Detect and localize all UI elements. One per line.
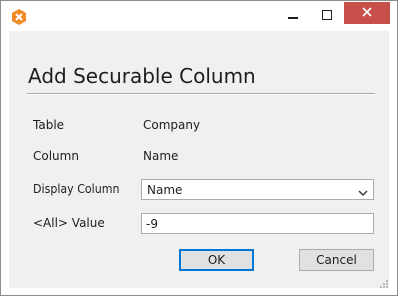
close-icon (361, 6, 373, 21)
maximize-button[interactable] (310, 1, 344, 31)
column-label: Column (33, 149, 79, 163)
display-column-label: Display Column (33, 182, 120, 196)
table-value: Company (143, 118, 201, 132)
display-column-select[interactable]: Name (141, 179, 374, 200)
all-value-text: -9 (146, 217, 158, 231)
minimize-button[interactable] (276, 1, 310, 31)
title-bar[interactable] (1, 1, 397, 31)
minimize-icon (287, 9, 299, 24)
chevron-down-icon (358, 186, 368, 197)
column-value: Name (143, 149, 179, 163)
cancel-button[interactable]: Cancel (299, 249, 374, 271)
heading-divider-highlight (27, 94, 375, 95)
close-button[interactable] (344, 2, 390, 24)
all-value-label: <All> Value (33, 216, 105, 230)
dialog-heading: Add Securable Column (28, 64, 256, 88)
display-column-selected-value: Name (147, 183, 183, 197)
resize-grip-icon[interactable] (378, 277, 388, 288)
table-label: Table (33, 118, 65, 132)
ok-button[interactable]: OK (179, 249, 254, 271)
maximize-icon (321, 9, 333, 24)
app-icon (11, 9, 27, 25)
all-value-input[interactable]: -9 (141, 213, 374, 234)
